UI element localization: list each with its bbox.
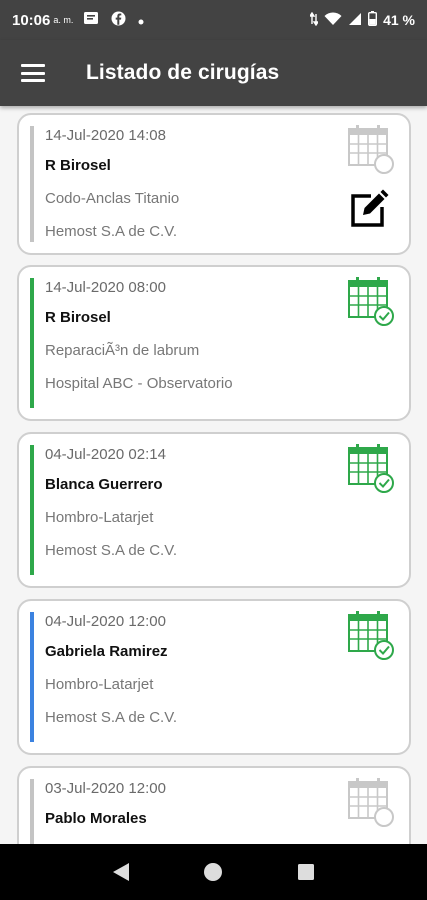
back-icon[interactable] [109, 860, 133, 884]
calendar-check-icon [348, 444, 394, 493]
page-title: Listado de cirugías [86, 61, 280, 84]
patient-name: Pablo Morales [45, 810, 147, 827]
surgery-card[interactable]: 14-Jul-2020 14:08 R Birosel Codo-Anclas … [17, 113, 411, 255]
surgery-card[interactable]: 14-Jul-2020 08:00 R Birosel ReparaciÃ³n … [17, 265, 411, 421]
message-icon [83, 11, 99, 29]
status-time: 10:06 [12, 11, 51, 29]
surgery-card[interactable]: 04-Jul-2020 02:14 Blanca Guerrero Hombro… [17, 432, 411, 588]
procedure-name: Hombro-Latarjet [45, 676, 154, 693]
patient-name: Blanca Guerrero [45, 476, 163, 493]
status-bar-indicator [30, 278, 34, 408]
edit-icon[interactable] [349, 189, 389, 229]
surgery-date: 14-Jul-2020 08:00 [45, 279, 166, 296]
status-ampm: a. m. [53, 15, 74, 25]
dot-icon [138, 12, 144, 29]
home-icon[interactable] [201, 860, 225, 884]
surgery-date: 03-Jul-2020 12:00 [45, 780, 166, 797]
facebook-icon [111, 11, 126, 30]
status-bar-indicator [30, 126, 34, 242]
hospital-name: Hemost S.A de C.V. [45, 709, 178, 726]
surgery-date: 04-Jul-2020 02:14 [45, 446, 166, 463]
surgery-date: 14-Jul-2020 14:08 [45, 127, 166, 144]
data-arrows-icon [308, 11, 320, 29]
calendar-pending-icon [348, 125, 394, 174]
status-bar-indicator [30, 445, 34, 575]
surgery-card[interactable]: 03-Jul-2020 12:00 Pablo Morales [17, 766, 411, 844]
procedure-name: Codo-Anclas Titanio [45, 190, 180, 207]
hamburger-menu-icon[interactable] [21, 61, 49, 85]
surgery-list[interactable]: 14-Jul-2020 14:08 R Birosel Codo-Anclas … [0, 106, 427, 844]
hospital-name: Hemost S.A de C.V. [45, 542, 178, 559]
navigation-bar [0, 844, 427, 900]
wifi-icon [324, 11, 342, 29]
recents-icon[interactable] [294, 860, 318, 884]
procedure-name: Hombro-Latarjet [45, 509, 154, 526]
patient-name: Gabriela Ramirez [45, 643, 168, 660]
hospital-name: Hospital ABC - Observatorio [45, 375, 233, 392]
patient-name: R Birosel [45, 157, 111, 174]
calendar-pending-icon [348, 778, 394, 827]
status-bar-indicator [30, 779, 34, 844]
battery-icon [368, 11, 378, 29]
battery-percent: 41 % [383, 12, 415, 28]
calendar-check-icon [348, 611, 394, 660]
signal-icon [348, 12, 362, 29]
surgery-card[interactable]: 04-Jul-2020 12:00 Gabriela Ramirez Hombr… [17, 599, 411, 755]
procedure-name: ReparaciÃ³n de labrum [45, 342, 200, 359]
status-bar-indicator [30, 612, 34, 742]
calendar-check-icon [348, 277, 394, 326]
app-bar: Listado de cirugías [0, 40, 427, 106]
surgery-date: 04-Jul-2020 12:00 [45, 613, 166, 630]
patient-name: R Birosel [45, 309, 111, 326]
hospital-name: Hemost S.A de C.V. [45, 223, 178, 240]
status-bar: 10:06 a. m. 41 % [0, 0, 427, 40]
